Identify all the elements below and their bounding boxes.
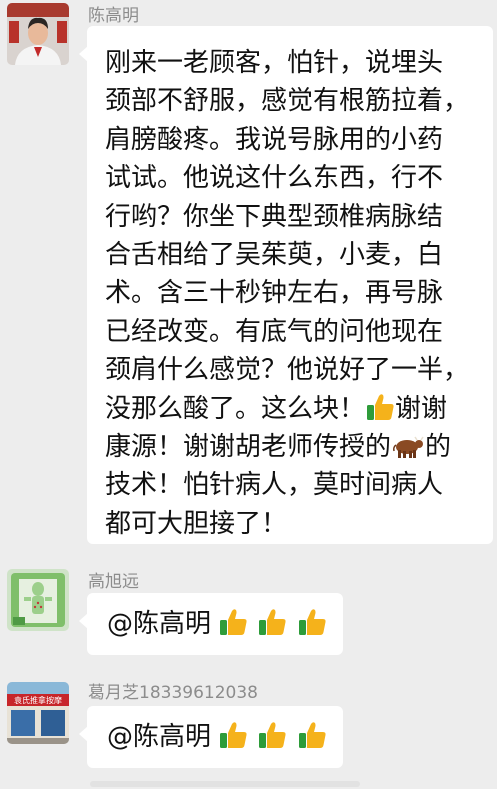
sender-name: 高旭远: [88, 572, 139, 592]
message-line: 技术！怕针病人，莫时间病人: [105, 470, 444, 501]
thumbs-up-icon: [298, 722, 326, 748]
mention-text: @陈高明: [107, 609, 212, 639]
thumbs-up-icon: [220, 722, 247, 748]
message-bubble[interactable]: @陈高明: [79, 593, 343, 655]
message-line: 试试。他说这什么东西，行不: [105, 163, 444, 194]
message-line: 行哟？你坐下典型颈椎病脉结: [105, 201, 444, 232]
message-text: 康源！谢谢胡老师传授的: [105, 431, 392, 462]
message-line: 颈肩什么感觉？他说好了一半，: [105, 355, 470, 386]
thumbs-up-icon: [259, 722, 286, 748]
acupoint-chart-avatar-icon: [7, 569, 69, 631]
emoji-group: [217, 706, 327, 768]
avatar[interactable]: [7, 3, 69, 65]
message-line: 刚来一老顾客，怕针，说埋头: [105, 48, 444, 78]
message-line: 合舌相给了吴茱萸，小麦，白: [105, 239, 444, 270]
thumbs-up-icon: [367, 393, 394, 420]
storefront-avatar-icon: 袁氏推拿按摩: [7, 682, 69, 744]
thumbs-up-icon: [298, 609, 326, 635]
mention-text: @陈高明: [107, 722, 212, 752]
message-bubble[interactable]: 刚来一老顾客，怕针，说埋头 颈部不舒服，感觉有根筋拉着， 肩膀酸疼。我说号脉用的…: [79, 26, 493, 544]
ox-icon: [393, 436, 424, 458]
avatar[interactable]: 袁氏推拿按摩: [7, 682, 69, 744]
emoji-group: [217, 593, 327, 655]
chat-window: 陈高明 刚来一老顾客，怕针，说埋头 颈部不舒服，感觉有根筋拉着， 肩膀酸疼。我说…: [0, 0, 497, 789]
message-line: 肩膀酸疼。我说号脉用的小药: [105, 124, 444, 155]
message-line: 已经改变。有底气的问他现在: [105, 316, 444, 347]
avatar[interactable]: [7, 569, 69, 631]
message-text: 的: [425, 431, 452, 462]
sender-name: 陈高明: [88, 6, 139, 26]
message-line: 术。含三十秒钟左右，再号脉: [105, 278, 444, 309]
message-bubble[interactable]: @陈高明: [79, 706, 343, 768]
storefront-sign: 袁氏推拿按摩: [14, 695, 62, 705]
thumbs-up-icon: [220, 609, 247, 635]
message-line: 都可大胆接了！: [105, 508, 288, 539]
sender-name: 葛月芝18339612038: [88, 683, 258, 703]
message-text: 谢谢: [395, 393, 448, 424]
cut-off-text: [90, 781, 360, 787]
message-line: 没那么酸了。这么块！ 谢谢: [105, 390, 493, 428]
message-line: 康源！谢谢胡老师传授的 的: [105, 428, 493, 466]
cut-off-next-message: [0, 775, 497, 789]
doctor-portrait-avatar-icon: [7, 3, 69, 65]
message-text: 没那么酸了。这么块！: [105, 393, 366, 424]
message-line: 颈部不舒服，感觉有根筋拉着，: [105, 86, 470, 117]
thumbs-up-icon: [259, 609, 286, 635]
